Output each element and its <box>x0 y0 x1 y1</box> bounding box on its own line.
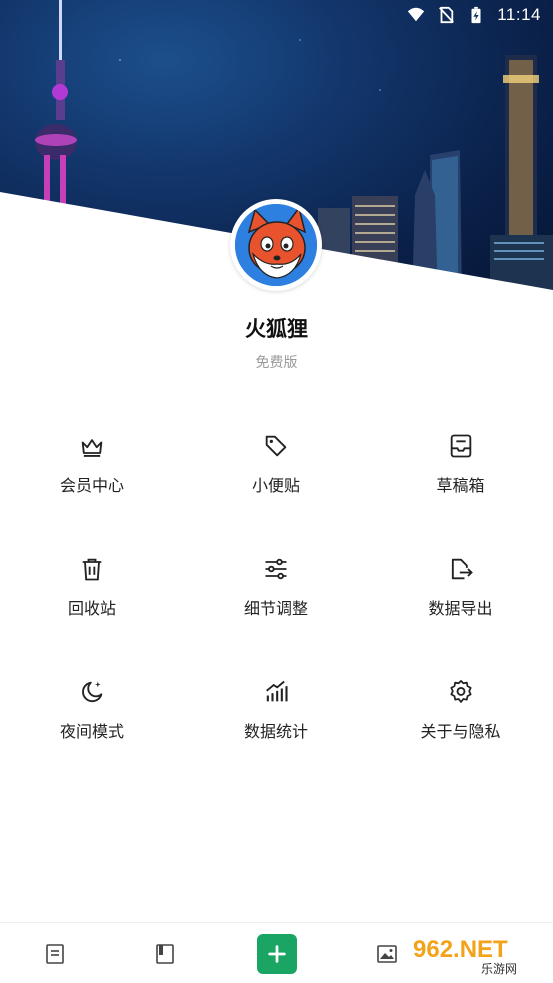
profile-plan-badge: 免费版 <box>255 355 298 371</box>
watermark-subtext: 乐游网 <box>481 962 517 976</box>
menu-item-membership[interactable]: 会员中心 <box>0 420 184 543</box>
menu-item-label: 回收站 <box>67 599 116 618</box>
menu-item-data-export[interactable]: 数据导出 <box>368 543 553 666</box>
crown-icon <box>81 439 103 457</box>
image-icon <box>377 944 397 963</box>
notebook-icon <box>156 943 174 964</box>
menu-item-drafts[interactable]: 草稿箱 <box>368 420 553 543</box>
menu-item-sticky-notes[interactable]: 小便贴 <box>184 420 368 543</box>
status-time: 11:14 <box>497 5 541 24</box>
watermark-logo: 962.NET 乐游网 <box>407 931 545 977</box>
add-icon <box>268 945 286 963</box>
menu-item-label: 小便贴 <box>251 476 300 495</box>
notes-icon <box>46 943 64 964</box>
battery-charging-icon <box>471 6 481 24</box>
status-bar: 11:14 <box>0 0 553 30</box>
tab-notebook[interactable] <box>135 923 195 983</box>
menu-item-night-mode[interactable]: 夜间模式 <box>0 666 184 789</box>
no-sim-icon <box>439 6 455 24</box>
settings-icon <box>449 680 472 703</box>
menu-item-label: 草稿箱 <box>436 476 485 495</box>
menu-item-recycle-bin[interactable]: 回收站 <box>0 543 184 666</box>
wifi-icon <box>408 7 425 22</box>
trash-icon <box>82 558 102 581</box>
stats-icon <box>266 680 288 702</box>
menu-item-label: 数据导出 <box>428 599 493 618</box>
menu-item-about-privacy[interactable]: 关于与隐私 <box>368 666 553 789</box>
bottom-navigation: 962.NET 乐游网 <box>0 922 553 983</box>
fox-avatar-image <box>235 204 317 286</box>
menu-item-statistics[interactable]: 数据统计 <box>184 666 368 789</box>
menu-item-label: 细节调整 <box>243 599 308 618</box>
moon-icon <box>82 681 103 703</box>
menu-item-detail-adjust[interactable]: 细节调整 <box>184 543 368 666</box>
menu-item-label: 夜间模式 <box>59 722 124 741</box>
tab-notes[interactable] <box>25 923 85 983</box>
inbox-icon <box>450 434 471 458</box>
avatar[interactable] <box>230 199 322 291</box>
menu-item-label: 数据统计 <box>243 722 308 741</box>
export-icon <box>451 558 473 580</box>
menu-item-label: 关于与隐私 <box>420 722 501 741</box>
watermark-text: 962.NET <box>413 936 508 963</box>
feature-menu-grid: 会员中心 小便贴 草稿箱 回收站 细节调整 数据导出 夜间模式 数据统计 关于与… <box>0 420 553 789</box>
profile-username: 火狐狸 <box>245 317 308 341</box>
sliders-icon <box>265 558 287 580</box>
tag-icon <box>265 435 287 457</box>
add-note-button[interactable] <box>257 934 297 974</box>
menu-item-label: 会员中心 <box>59 476 124 495</box>
